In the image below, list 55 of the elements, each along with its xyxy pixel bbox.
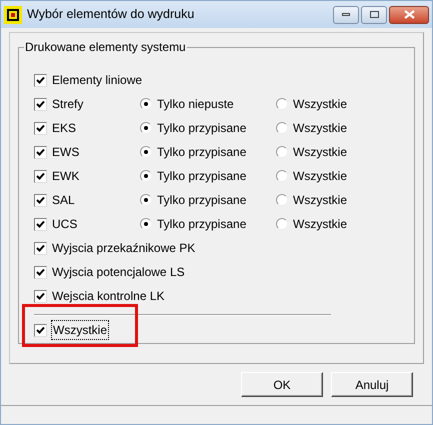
checkbox-label: Strefy xyxy=(52,96,84,113)
radio-label: Wszystkie xyxy=(293,144,347,161)
minimize-button[interactable] xyxy=(333,6,359,24)
checkbox-label: Wyjscia potencjalowe LS xyxy=(52,264,185,281)
checkbox[interactable] xyxy=(34,146,47,158)
radio-label: Tylko przypisane xyxy=(157,144,246,161)
checkbox[interactable] xyxy=(34,194,47,206)
checkbox-label: EWS xyxy=(52,144,80,161)
checkbox[interactable] xyxy=(34,122,47,134)
radio-label: Wszystkie xyxy=(293,192,347,209)
radio-button[interactable] xyxy=(276,146,288,158)
radio-label: Wszystkie xyxy=(293,120,347,137)
radio-label: Tylko niepuste xyxy=(157,96,234,113)
radio-button[interactable] xyxy=(276,122,288,134)
radio-label: Wszystkie xyxy=(293,96,347,113)
checkbox[interactable] xyxy=(34,170,47,182)
app-icon xyxy=(4,6,22,24)
close-button[interactable] xyxy=(389,6,429,24)
radio-button[interactable] xyxy=(140,170,152,182)
radio-label: Wszystkie xyxy=(293,216,347,233)
dialog-button[interactable]: OK xyxy=(241,372,323,397)
radio-button[interactable] xyxy=(140,98,152,110)
radio-label: Tylko przypisane xyxy=(157,192,246,209)
radio-button[interactable] xyxy=(276,194,288,206)
radio-button[interactable] xyxy=(276,98,288,110)
radio-button[interactable] xyxy=(140,146,152,158)
checkbox-label: Wyjscia przekaźnikowe PK xyxy=(52,240,196,257)
checkbox[interactable] xyxy=(34,98,47,110)
radio-label: Tylko przypisane xyxy=(157,120,246,137)
checkbox-label: Wszystkie xyxy=(51,320,109,340)
radio-button[interactable] xyxy=(140,194,152,206)
radio-button[interactable] xyxy=(140,218,152,230)
group-title: Drukowane elementy systemu xyxy=(24,40,187,54)
radio-button[interactable] xyxy=(276,218,288,230)
checkbox[interactable] xyxy=(34,266,47,278)
window-title: Wybór elementów do wydruku xyxy=(27,6,196,24)
close-icon xyxy=(404,10,414,19)
radio-button[interactable] xyxy=(140,122,152,134)
dialog-button[interactable]: Anuluj xyxy=(331,372,413,397)
checkbox[interactable] xyxy=(34,242,47,254)
checkbox[interactable] xyxy=(34,74,47,86)
radio-label: Tylko przypisane xyxy=(157,168,246,185)
radio-label: Wszystkie xyxy=(293,168,347,185)
checkbox-label: EKS xyxy=(52,120,76,137)
checkbox-label: UCS xyxy=(52,216,78,233)
checkbox-label: EWK xyxy=(52,168,80,185)
checkbox-label: Wejscia kontrolne LK xyxy=(52,288,164,305)
checkbox[interactable] xyxy=(34,218,47,230)
maximize-button[interactable] xyxy=(361,6,387,24)
radio-label: Tylko przypisane xyxy=(157,216,246,233)
checkbox-label: SAL xyxy=(52,192,75,209)
checkbox[interactable] xyxy=(34,324,47,336)
checkbox-label: Elementy liniowe xyxy=(52,72,142,89)
checkbox[interactable] xyxy=(34,290,47,302)
radio-button[interactable] xyxy=(276,170,288,182)
